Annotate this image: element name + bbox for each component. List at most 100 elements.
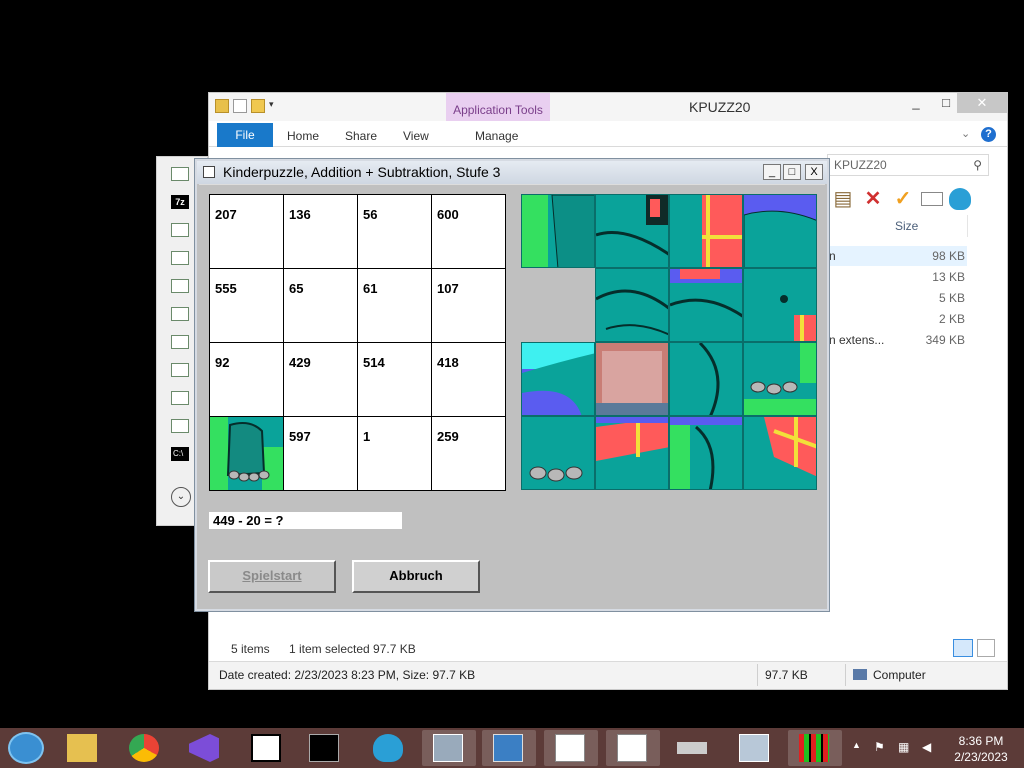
search-icon[interactable]: ⚲: [973, 158, 982, 172]
number-cell[interactable]: 92: [210, 343, 283, 416]
taskbar-system-monitor[interactable]: [728, 730, 782, 766]
new-folder-icon[interactable]: [251, 99, 265, 113]
window-icon[interactable]: [171, 391, 189, 405]
tab-file[interactable]: File: [217, 123, 273, 147]
taskbar-chrome[interactable]: [118, 730, 172, 766]
window-icon[interactable]: [171, 419, 189, 433]
puzzle-tile[interactable]: [521, 194, 595, 268]
search-input[interactable]: KPUZZ20 ⚲: [827, 154, 989, 176]
abort-button[interactable]: Abbruch: [352, 560, 480, 593]
puzzle-tile[interactable]: [595, 268, 669, 342]
ribbon-expand-chevron-icon[interactable]: ⌄: [961, 127, 970, 140]
checkmark-icon[interactable]: ✓: [891, 187, 915, 211]
explorer-title-bar[interactable]: ▾ Application Tools KPUZZ20 _ □ ✕: [209, 93, 1007, 121]
window-icon[interactable]: [171, 307, 189, 321]
number-cell[interactable]: 555: [210, 269, 283, 342]
taskbar-shell[interactable]: [362, 730, 416, 766]
file-row[interactable]: 2 KB: [827, 309, 967, 329]
number-cell[interactable]: 600: [432, 195, 505, 268]
puzzle-title-bar[interactable]: Kinderpuzzle, Addition + Subtraktion, St…: [197, 161, 827, 184]
number-cell[interactable]: 107: [432, 269, 505, 342]
large-icons-view-icon[interactable]: [977, 639, 995, 657]
app-icon[interactable]: [203, 166, 215, 178]
start-button[interactable]: Spielstart: [208, 560, 336, 593]
number-cell[interactable]: 514: [358, 343, 431, 416]
taskbar-window-b[interactable]: [606, 730, 660, 766]
window-icon[interactable]: [171, 363, 189, 377]
puzzle-tile[interactable]: [743, 342, 817, 416]
solved-image-cell[interactable]: [210, 417, 283, 490]
taskbar-file-explorer[interactable]: [56, 730, 110, 766]
file-row[interactable]: n 98 KB: [827, 246, 967, 266]
puzzle-tile[interactable]: [595, 416, 669, 490]
puzzle-tile[interactable]: [743, 416, 817, 490]
puzzle-minimize-button[interactable]: _: [763, 164, 781, 180]
properties-icon[interactable]: [233, 99, 247, 113]
window-icon[interactable]: [171, 279, 189, 293]
file-row[interactable]: 5 KB: [827, 288, 967, 308]
number-cell[interactable]: 207: [210, 195, 283, 268]
number-cell[interactable]: 56: [358, 195, 431, 268]
file-row[interactable]: 13 KB: [827, 267, 967, 287]
puzzle-tile[interactable]: [595, 342, 669, 416]
empty-tile-slot[interactable]: [521, 268, 595, 342]
file-row[interactable]: n extens... 349 KB: [827, 330, 967, 350]
shell-icon[interactable]: [949, 188, 971, 210]
help-icon[interactable]: ?: [981, 127, 996, 142]
app-icon[interactable]: [171, 167, 189, 181]
number-cell[interactable]: 61: [358, 269, 431, 342]
explorer-maximize-button[interactable]: □: [933, 93, 959, 113]
puzzle-close-button[interactable]: X: [805, 164, 823, 180]
puzzle-tile[interactable]: [669, 342, 743, 416]
number-cell[interactable]: 418: [432, 343, 505, 416]
rename-icon[interactable]: [921, 192, 943, 206]
taskbar-image-viewer[interactable]: [482, 730, 536, 766]
tab-manage[interactable]: Manage: [475, 125, 518, 147]
puzzle-window[interactable]: Kinderpuzzle, Addition + Subtraktion, St…: [195, 159, 829, 611]
tab-share[interactable]: Share: [345, 125, 377, 147]
chevron-down-icon[interactable]: ⌄: [171, 487, 191, 507]
size-column-header[interactable]: Size: [895, 219, 918, 233]
puzzle-tile[interactable]: [743, 268, 817, 342]
taskbar-kpuzz[interactable]: [788, 730, 842, 766]
tab-view[interactable]: View: [403, 125, 429, 147]
details-view-icon[interactable]: [953, 639, 973, 657]
number-cell[interactable]: 429: [284, 343, 357, 416]
number-cell[interactable]: 1: [358, 417, 431, 490]
delete-icon[interactable]: ✕: [861, 187, 885, 211]
network-icon[interactable]: ▦: [898, 740, 912, 754]
puzzle-tile[interactable]: [669, 416, 743, 490]
taskbar-drive[interactable]: [666, 730, 720, 766]
taskbar-vcdi[interactable]: [422, 730, 476, 766]
puzzle-tile[interactable]: [521, 416, 595, 490]
tab-home[interactable]: Home: [287, 125, 319, 147]
puzzle-tile[interactable]: [521, 342, 595, 416]
puzzle-maximize-button[interactable]: □: [783, 164, 801, 180]
number-cell[interactable]: 259: [432, 417, 505, 490]
taskbar-window-a[interactable]: [544, 730, 598, 766]
puzzle-tile[interactable]: [743, 194, 817, 268]
taskbar-visual-studio[interactable]: [178, 730, 232, 766]
action-center-flag-icon[interactable]: ⚑: [874, 740, 888, 754]
number-cell[interactable]: 65: [284, 269, 357, 342]
puzzle-tile[interactable]: [595, 194, 669, 268]
clipboard-icon[interactable]: ▤: [831, 187, 855, 211]
start-orb-icon[interactable]: [8, 732, 44, 764]
puzzle-tile[interactable]: [669, 194, 743, 268]
number-cell[interactable]: 136: [284, 195, 357, 268]
folder-icon[interactable]: [215, 99, 229, 113]
window-icon[interactable]: [171, 223, 189, 237]
explorer-minimize-button[interactable]: _: [903, 93, 929, 113]
taskbar-clock[interactable]: 8:36 PM 2/23/2023: [946, 733, 1016, 765]
taskbar-7zip[interactable]: [240, 730, 294, 766]
window-icon[interactable]: [171, 335, 189, 349]
volume-icon[interactable]: ◀: [922, 740, 936, 754]
window-icon[interactable]: [171, 251, 189, 265]
explorer-close-button[interactable]: ✕: [957, 93, 1007, 113]
tray-overflow-icon[interactable]: ▲: [852, 740, 861, 750]
taskbar-cmd[interactable]: [298, 730, 352, 766]
7zip-icon[interactable]: 7z: [171, 195, 189, 209]
puzzle-tile[interactable]: [669, 268, 743, 342]
cmd-icon[interactable]: C:\: [171, 447, 189, 461]
customize-chevron-icon[interactable]: ▾: [269, 99, 274, 113]
